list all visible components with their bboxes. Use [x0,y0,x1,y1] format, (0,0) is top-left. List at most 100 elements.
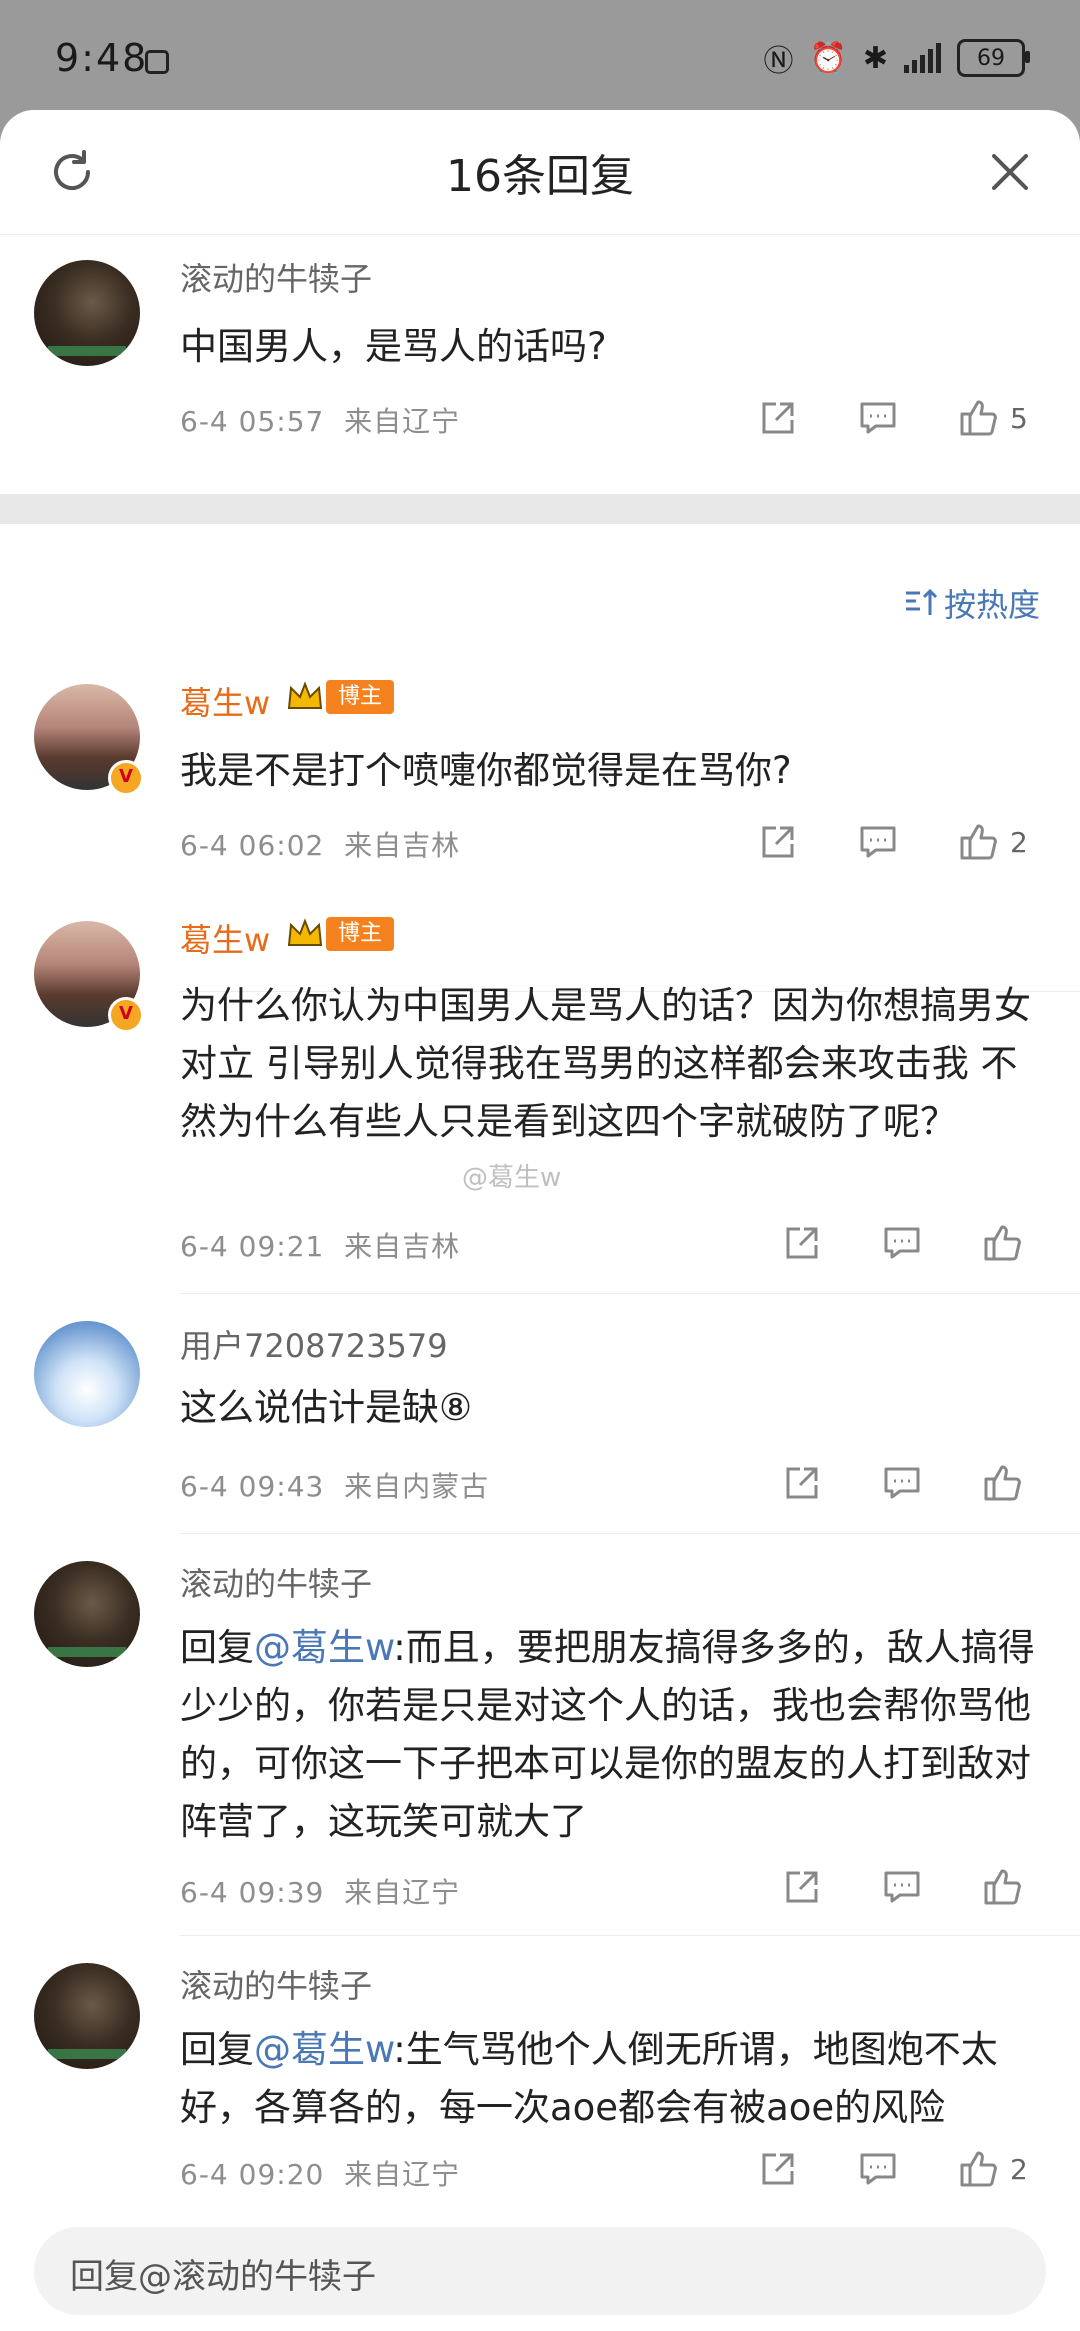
like-button[interactable]: 2 [956,820,1028,864]
repost-icon[interactable] [756,396,800,440]
screen-record-icon [145,50,169,74]
divider [180,1293,1080,1294]
avatar[interactable] [34,1963,140,2069]
comment-meta: 6-4 06:02 来自吉林 [180,824,460,864]
comment-time: 6-4 09:20 [180,2158,325,2191]
comment-meta: 6-4 09:21 来自吉林 [180,1225,460,1265]
mention-link[interactable]: @葛生w [254,1626,393,1669]
verified-badge: V [108,760,144,796]
comment-location: 来自吉林 [344,829,461,862]
repost-icon[interactable] [780,1461,824,1505]
reply-item: V 葛生w 博主 为什么你认为中国男人是骂人的话？因为你想搞男女对立 引导别人觉… [0,895,1080,1295]
signal-icon [904,43,941,73]
like-icon[interactable] [980,1461,1024,1505]
comment-icon[interactable] [880,1221,924,1265]
sheet-title: 16条回复 [446,151,634,202]
comment-actions: 2 [756,2147,1028,2191]
divider [180,1935,1080,1936]
comment-actions: 5 [756,396,1028,440]
status-bar: 9:48 Ⓝ ⏰ ✱ 69 [0,0,1080,120]
comment-text: 我是不是打个喷嚏你都觉得是在骂你? [180,749,792,792]
close-icon[interactable] [988,150,1032,194]
comment-meta: 6-4 09:39 来自辽宁 [180,1871,460,1911]
comment-actions: 2 [756,820,1028,864]
comment-meta: 6-4 09:20 来自辽宁 [180,2153,460,2193]
comment-meta: 6-4 05:57 来自辽宁 [180,400,460,440]
root-comment: 滚动的牛犊子 中国男人，是骂人的话吗? 6-4 05:57 来自辽宁 5 [0,234,1080,604]
repost-icon[interactable] [780,1221,824,1265]
crown-icon [287,918,323,946]
sort-toggle[interactable]: 按热度 [904,580,1040,626]
comment-location: 来自吉林 [344,1230,461,1263]
comment-time: 6-4 09:21 [180,1230,325,1263]
crown-icon [287,681,323,709]
comment-location: 来自辽宁 [344,405,461,438]
blogger-tag: 博主 [326,917,395,951]
like-button[interactable]: 5 [956,396,1028,440]
comment-text: 为什么你认为中国男人是骂人的话？因为你想搞男女对立 引导别人觉得我在骂男的这样都… [180,984,1031,1143]
reply-item: 滚动的牛犊子 回复@葛生w:而且，要把朋友搞得多多的，敌人搞得少少的，你若是只是… [0,1535,1080,1937]
like-button[interactable]: 2 [956,2147,1028,2191]
comment-username[interactable]: 滚动的牛犊子 [180,1559,372,1605]
comment-username[interactable]: 滚动的牛犊子 [180,254,372,300]
reply-prefix: 回复 [180,2028,254,2071]
comment-time: 6-4 09:43 [180,1470,325,1503]
sort-icon [905,588,938,615]
comment-location: 来自内蒙古 [344,1470,490,1503]
comment-time: 6-4 06:02 [180,829,325,862]
replies-sheet: 16条回复 滚动的牛犊子 中国男人，是骂人的话吗? 6-4 05:57 来自辽宁… [0,110,1080,2331]
sheet-header: 16条回复 [0,110,1080,235]
comment-meta: 6-4 09:43 来自内蒙古 [180,1465,489,1505]
avatar[interactable] [34,260,140,366]
reply-prefix: 回复 [180,1626,254,1669]
like-icon[interactable] [956,396,1000,440]
battery-icon: 69 [957,39,1030,77]
comment-actions [780,1865,1024,1909]
like-count: 5 [1010,401,1028,435]
repost-icon[interactable] [756,2147,800,2191]
comment-username[interactable]: 用户7208723579 [180,1321,448,1367]
comment-icon[interactable] [856,396,900,440]
like-icon[interactable] [980,1221,1024,1265]
comment-text: 这么说估计是缺⑧ [180,1386,473,1429]
watermark: @葛生w [462,1163,562,1193]
comment-actions [780,1461,1024,1505]
comment-location: 来自辽宁 [344,2158,461,2191]
comment-icon[interactable] [856,2147,900,2191]
comment-text: 回复@葛生w:而且，要把朋友搞得多多的，敌人搞得少少的，你若是只是对这个人的话，… [180,1619,1040,1851]
bluetooth-icon: ✱ [862,40,888,76]
status-time: 9:48 [55,36,149,80]
comment-time: 6-4 09:39 [180,1876,325,1909]
avatar[interactable] [34,1321,140,1427]
reply-input[interactable]: 回复@滚动的牛犊子 [34,2227,1046,2315]
blogger-tag: 博主 [326,680,395,714]
avatar[interactable] [34,1561,140,1667]
repost-icon[interactable] [756,820,800,864]
comment-text: 回复@葛生w:生气骂他个人倒无所谓，地图炮不太好，各算各的，每一次aoe都会有被… [180,2021,1040,2137]
reply-placeholder: 回复@滚动的牛犊子 [70,2257,376,2297]
comment-icon[interactable] [856,820,900,864]
comment-location: 来自辽宁 [344,1876,461,1909]
nfc-icon: Ⓝ [763,44,794,79]
like-count: 2 [1010,825,1028,859]
divider [180,1533,1080,1534]
comment-username[interactable]: 葛生w [180,915,270,961]
comment-time: 6-4 05:57 [180,405,325,438]
comment-icon[interactable] [880,1865,924,1909]
like-icon[interactable] [956,2147,1000,2191]
like-count: 2 [1010,2152,1028,2186]
comment-username[interactable]: 葛生w [180,678,270,724]
comment-actions [780,1221,1024,1265]
like-icon[interactable] [956,820,1000,864]
comment-icon[interactable] [880,1461,924,1505]
like-icon[interactable] [980,1865,1024,1909]
reply-item: 滚动的牛犊子 回复@葛生w:生气骂他个人倒无所谓，地图炮不太好，各算各的，每一次… [0,1937,1080,2207]
sort-label: 按热度 [943,586,1040,624]
comment-username[interactable]: 滚动的牛犊子 [180,1961,372,2007]
comment-text: 中国男人，是骂人的话吗? [180,325,607,368]
verified-badge: V [108,997,144,1033]
reply-item: 用户7208723579 这么说估计是缺⑧ 6-4 09:43 来自内蒙古 [0,1295,1080,1535]
section-divider [0,494,1080,524]
mention-link[interactable]: @葛生w [254,2028,393,2071]
repost-icon[interactable] [780,1865,824,1909]
